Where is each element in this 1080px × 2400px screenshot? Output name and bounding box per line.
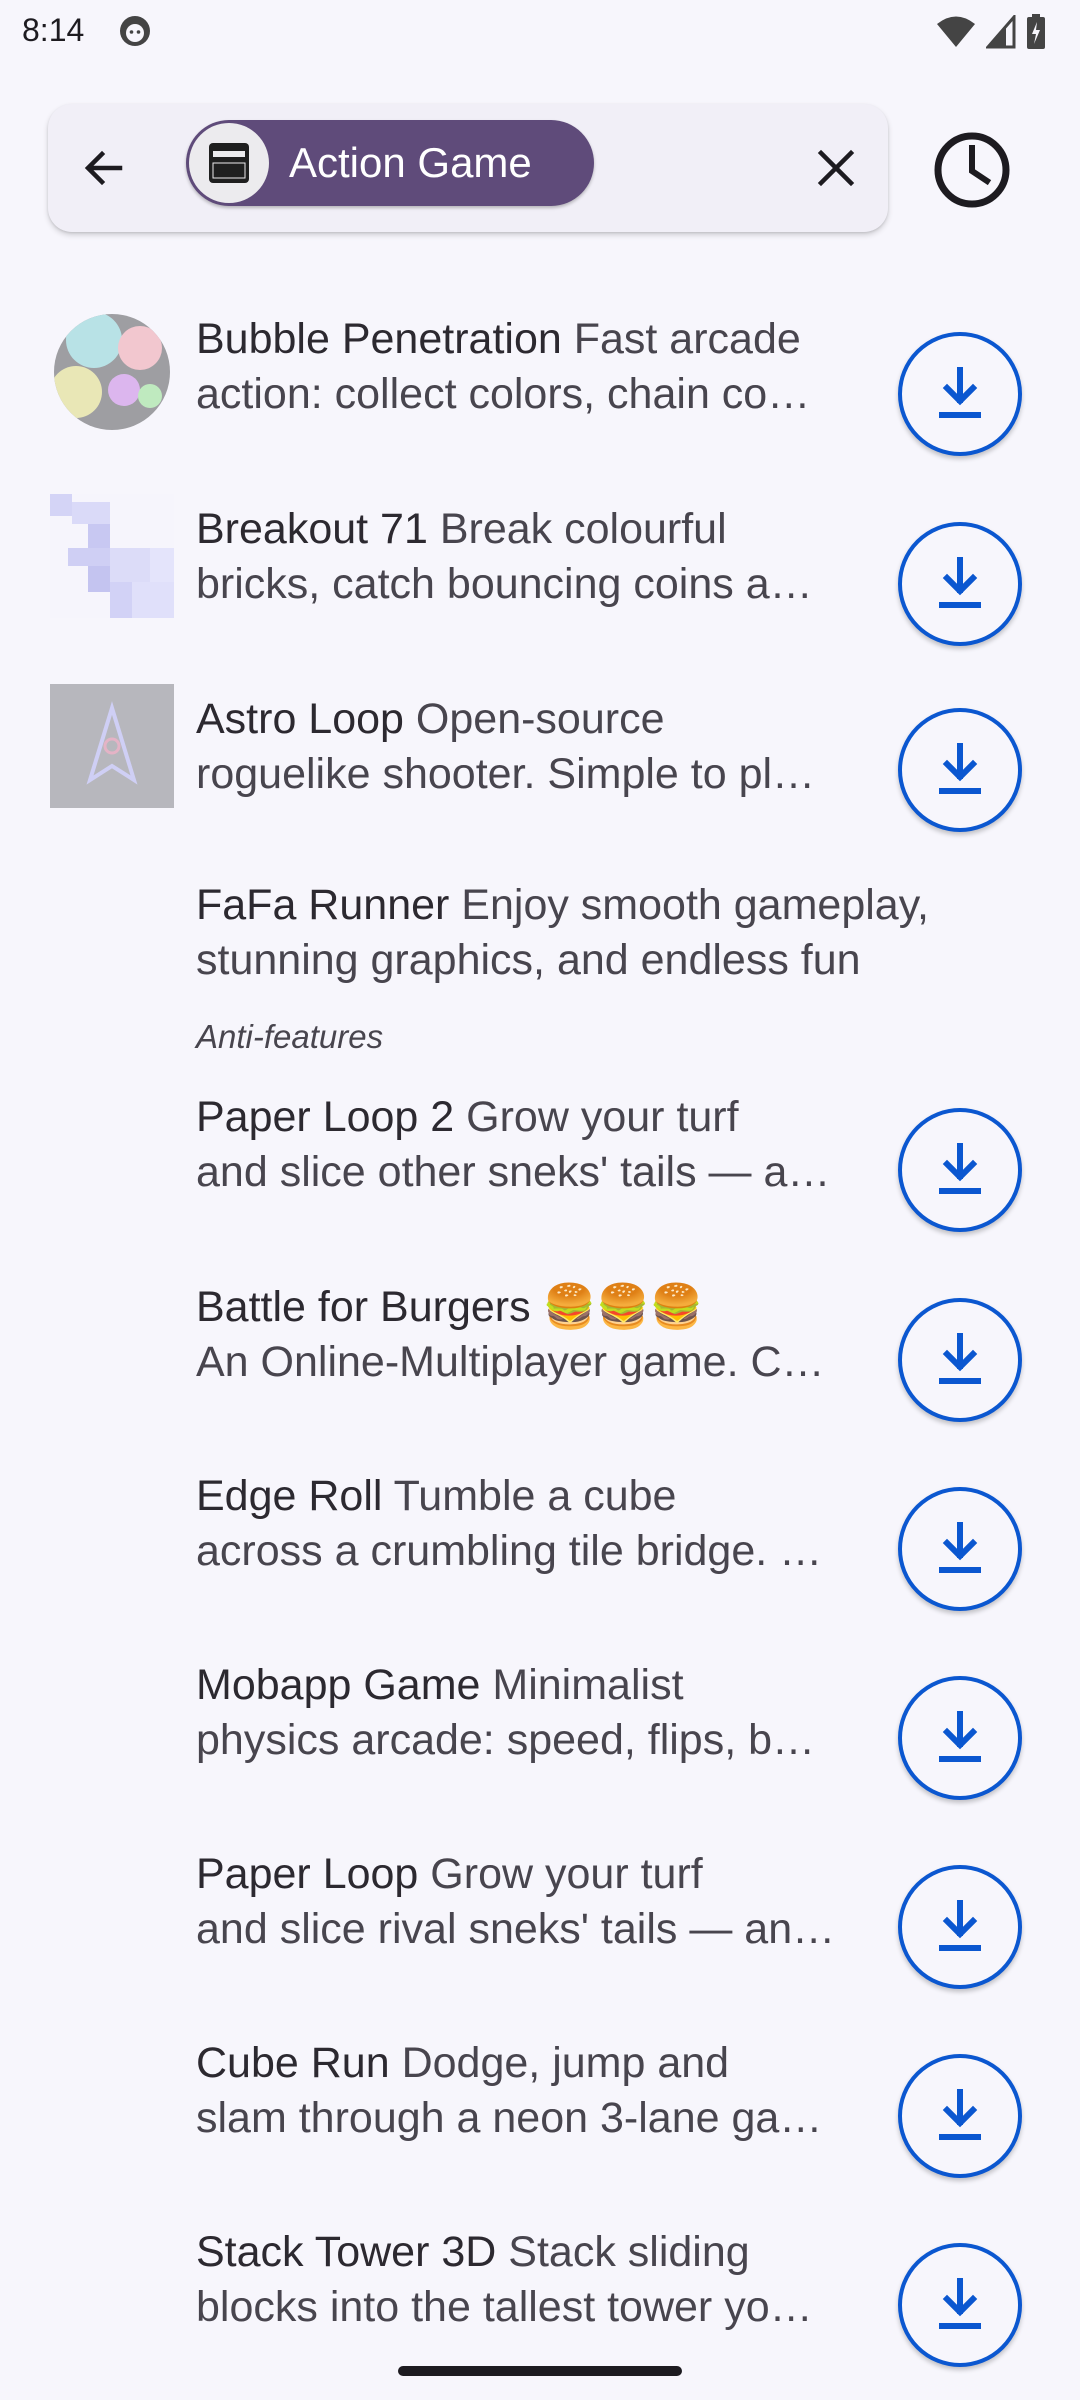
list-item[interactable]: Breakout 71 Break colourful bricks, catc… xyxy=(0,490,1080,670)
app-summary-line2: across a crumbling tile bridge. … xyxy=(196,1527,823,1575)
download-icon xyxy=(939,1522,981,1573)
app-summary-line1: Tumble a cube xyxy=(382,1472,677,1520)
app-thumbnail xyxy=(50,684,174,808)
app-summary-line1: Stack sliding xyxy=(496,2228,750,2276)
download-icon xyxy=(939,2089,981,2140)
download-icon xyxy=(939,1333,981,1384)
app-summary-line2: stunning graphics, and endless fun xyxy=(196,936,861,984)
app-name: Astro Loop xyxy=(196,695,404,743)
download-button[interactable] xyxy=(898,1676,1022,1800)
app-description: Breakout 71 Break colourful bricks, catc… xyxy=(196,502,856,612)
download-button[interactable] xyxy=(898,1487,1022,1611)
app-summary-line2: An Online-Multiplayer game. C… xyxy=(196,1338,825,1386)
app-summary-line2: and slice other sneks' tails — a… xyxy=(196,1148,831,1196)
download-button[interactable] xyxy=(898,2054,1022,2178)
app-description: Mobapp Game Minimalist physics arcade: s… xyxy=(196,1658,856,1768)
app-summary-line2: roguelike shooter. Simple to pl… xyxy=(196,750,816,798)
app-summary-line1: Break colourful xyxy=(427,505,727,553)
app-summary-line1: Enjoy smooth gameplay, xyxy=(449,881,929,929)
app-summary-line1: Grow your turf xyxy=(454,1093,739,1141)
anti-features-label: Anti-features xyxy=(196,1018,384,1055)
app-summary-line1: Dodge, jump and xyxy=(389,2039,730,2087)
download-button[interactable] xyxy=(898,708,1022,832)
app-name: Edge Roll xyxy=(196,1472,383,1520)
app-summary-line1: Minimalist xyxy=(480,1661,684,1709)
status-bar: 8:14 xyxy=(0,0,1080,64)
battery-icon xyxy=(1027,14,1045,49)
download-icon xyxy=(939,2278,981,2329)
category-filter-chip[interactable]: Action Game xyxy=(186,120,594,206)
download-icon xyxy=(939,1711,981,1762)
history-button[interactable] xyxy=(932,130,1012,210)
app-name: Battle for Burgers xyxy=(196,1283,531,1331)
download-button[interactable] xyxy=(898,2243,1022,2367)
app-thumbnail xyxy=(54,314,170,430)
back-button[interactable] xyxy=(72,136,136,200)
app-thumbnail xyxy=(50,494,174,618)
app-description: Paper Loop 2 Grow your turf and slice ot… xyxy=(196,1090,856,1200)
close-icon xyxy=(817,149,855,187)
download-icon xyxy=(939,1143,981,1194)
download-button[interactable] xyxy=(898,1108,1022,1232)
list-item[interactable]: Paper Loop 2 Grow your turf and slice ot… xyxy=(0,1080,1080,1260)
list-item[interactable]: Bubble Penetration Fast arcade action: c… xyxy=(0,300,1080,480)
download-button[interactable] xyxy=(898,1298,1022,1422)
app-summary-line2: blocks into the tallest tower yo… xyxy=(196,2283,813,2331)
list-item[interactable]: Cube Run Dodge, jump and slam through a … xyxy=(0,2026,1080,2206)
app-name: Paper Loop 2 xyxy=(196,1093,455,1141)
app-description: Edge Roll Tumble a cube across a crumbli… xyxy=(196,1469,856,1579)
app-name: Bubble Penetration xyxy=(196,315,562,363)
search-row: Action Game xyxy=(48,104,1048,234)
clear-search-button[interactable] xyxy=(808,140,864,196)
app-summary-line1: Grow your turf xyxy=(418,1850,703,1898)
download-button[interactable] xyxy=(898,1865,1022,1989)
app-description: Battle for Burgers 🍔🍔🍔 An Online-Multipl… xyxy=(196,1280,856,1390)
download-icon xyxy=(939,557,981,608)
download-icon xyxy=(939,743,981,794)
notification-face-icon xyxy=(120,16,150,46)
app-summary-line2: and slice rival sneks' tails — an… xyxy=(196,1905,836,1953)
app-summary-line1: Open-source xyxy=(403,695,665,743)
chip-category-icon-wrap xyxy=(189,123,269,203)
app-name: Breakout 71 xyxy=(196,505,428,553)
wifi-icon xyxy=(937,16,975,47)
download-button[interactable] xyxy=(898,522,1022,646)
history-clock-icon xyxy=(934,132,1010,208)
arrow-back-icon xyxy=(84,150,123,186)
app-name: Mobapp Game xyxy=(196,1661,481,1709)
app-summary-line2: action: collect colors, chain co… xyxy=(196,370,811,418)
download-icon xyxy=(939,367,981,418)
app-name: FaFa Runner xyxy=(196,881,450,929)
app-summary-line2: physics arcade: speed, flips, b… xyxy=(196,1716,816,1764)
app-description: Bubble Penetration Fast arcade action: c… xyxy=(196,312,856,422)
cellular-signal-icon xyxy=(986,15,1016,49)
app-description: Cube Run Dodge, jump and slam through a … xyxy=(196,2036,856,2146)
app-name: Cube Run xyxy=(196,2039,390,2087)
download-button[interactable] xyxy=(898,332,1022,456)
search-box[interactable]: Action Game xyxy=(48,104,888,232)
app-summary-line2: slam through a neon 3-lane ga… xyxy=(196,2094,823,2142)
app-description: Astro Loop Open-source roguelike shooter… xyxy=(196,692,856,802)
status-time: 8:14 xyxy=(22,12,85,48)
list-item[interactable]: FaFa Runner Enjoy smooth gameplay, stunn… xyxy=(0,870,1080,1050)
category-icon xyxy=(209,143,249,183)
app-summary-line1: Fast arcade xyxy=(561,315,801,363)
app-description: Stack Tower 3D Stack sliding blocks into… xyxy=(196,2225,856,2335)
chip-label: Action Game xyxy=(289,139,532,186)
app-description: Paper Loop Grow your turf and slice riva… xyxy=(196,1847,856,1957)
app-summary-line1: 🍔🍔🍔 xyxy=(530,1283,704,1331)
list-item[interactable]: Edge Roll Tumble a cube across a crumbli… xyxy=(0,1459,1080,1639)
list-item[interactable]: Paper Loop Grow your turf and slice riva… xyxy=(0,1837,1080,2017)
status-icons xyxy=(936,12,1046,52)
gesture-nav-handle[interactable] xyxy=(398,2366,682,2376)
app-name: Stack Tower 3D xyxy=(196,2228,497,2276)
app-name: Paper Loop xyxy=(196,1850,419,1898)
download-icon xyxy=(939,1900,981,1951)
app-description: FaFa Runner Enjoy smooth gameplay, stunn… xyxy=(196,878,996,988)
list-item[interactable]: Battle for Burgers 🍔🍔🍔 An Online-Multipl… xyxy=(0,1270,1080,1450)
list-item[interactable]: Mobapp Game Minimalist physics arcade: s… xyxy=(0,1648,1080,1828)
app-summary-line2: bricks, catch bouncing coins a… xyxy=(196,560,813,608)
list-item[interactable]: Astro Loop Open-source roguelike shooter… xyxy=(0,680,1080,860)
